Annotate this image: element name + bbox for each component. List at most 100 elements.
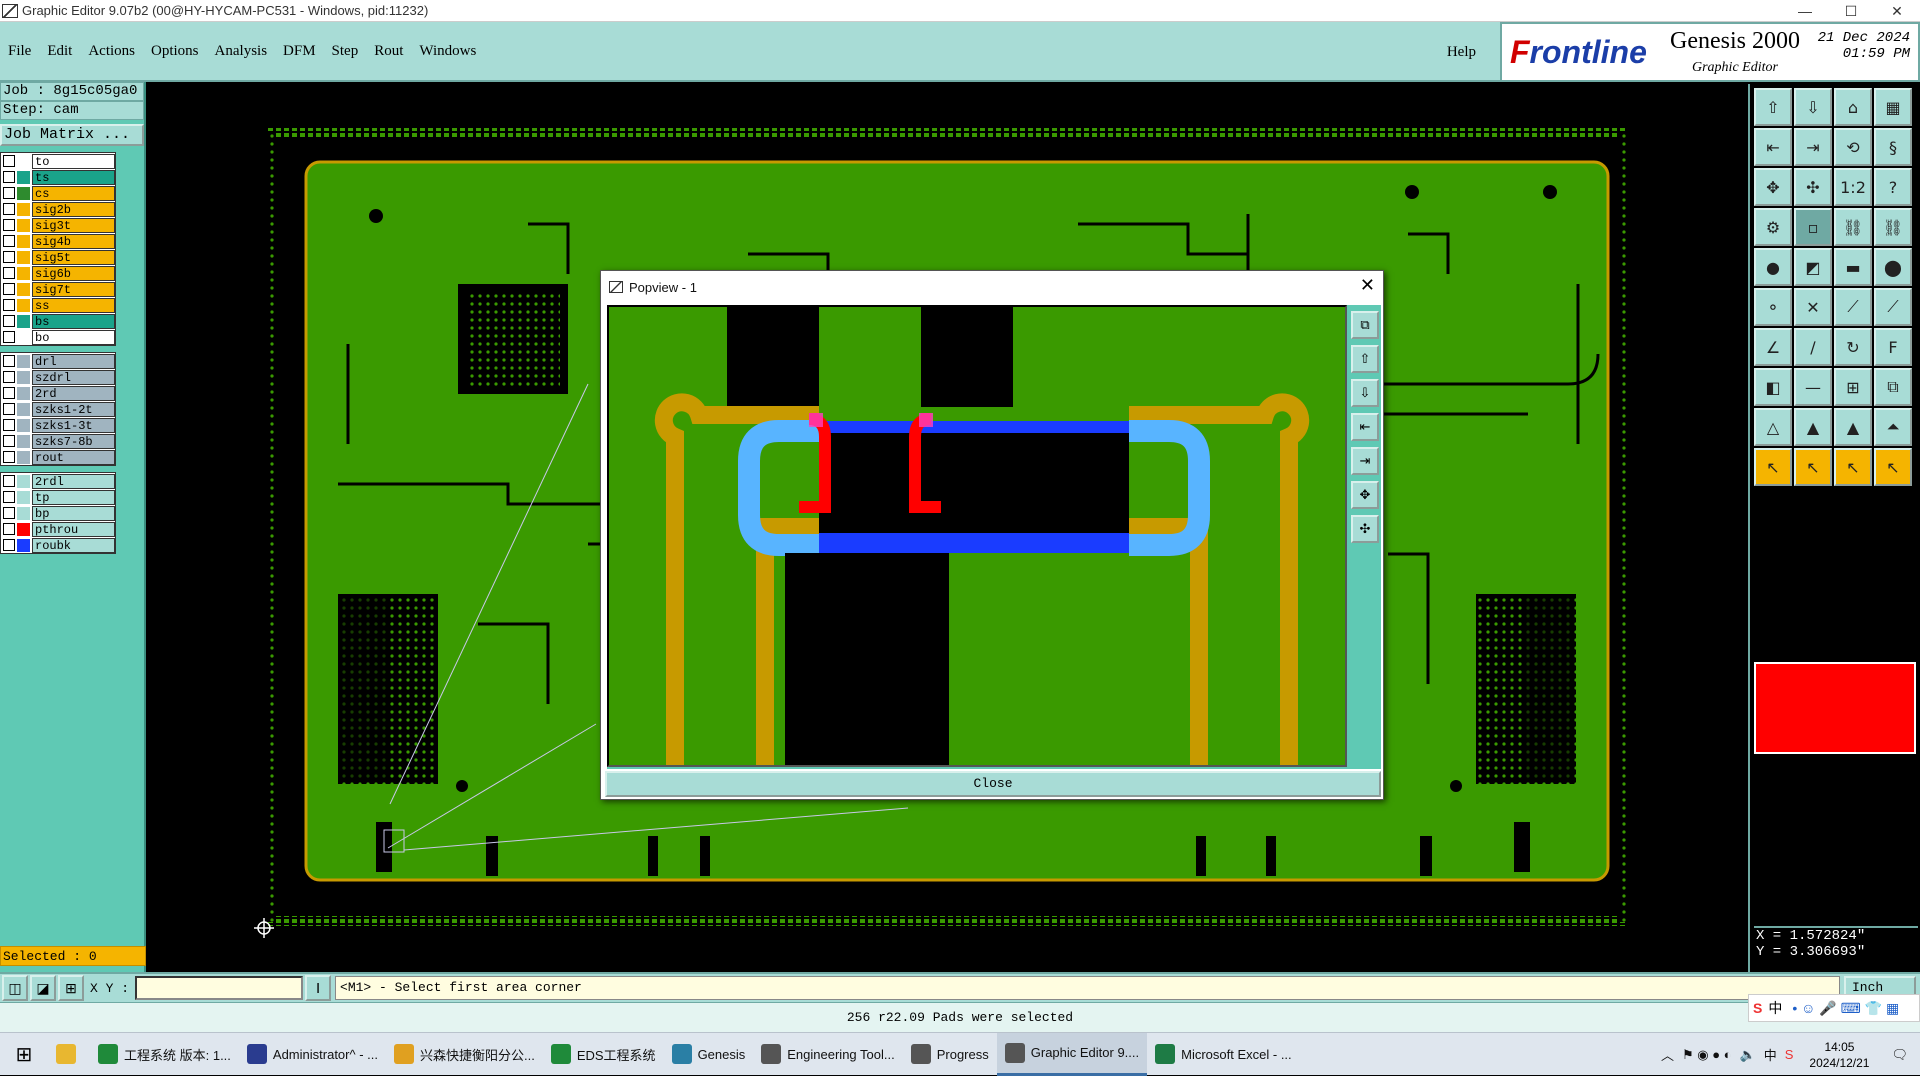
menu-step[interactable]: Step: [332, 43, 359, 60]
taskbar-item[interactable]: Engineering Tool...: [753, 1033, 902, 1076]
layer-row[interactable]: szks7-8b: [1, 433, 115, 449]
layer-checkbox[interactable]: [3, 155, 15, 167]
taskbar-item[interactable]: Microsoft Excel - ...: [1147, 1033, 1300, 1076]
file-explorer-icon[interactable]: [48, 1033, 90, 1076]
layer-name[interactable]: sig5t: [32, 249, 115, 265]
tool-icon[interactable]: ⛓: [1834, 208, 1872, 246]
tool-icon[interactable]: F: [1874, 328, 1912, 366]
tool-icon[interactable]: ▲: [1794, 408, 1832, 446]
tool-icon[interactable]: ✣: [1794, 168, 1832, 206]
layer-checkbox[interactable]: [3, 371, 15, 383]
close-button[interactable]: ✕: [1874, 0, 1920, 22]
popview-zoom-in-icon[interactable]: ⇧: [1351, 345, 1379, 373]
tool-icon[interactable]: ⟲: [1834, 128, 1872, 166]
tool-icon[interactable]: ✕: [1794, 288, 1832, 326]
tool-icon[interactable]: △: [1754, 408, 1792, 446]
ime-toolbar[interactable]: S 中 • ☺ 🎤 ⌨ 👕 ▦: [1748, 994, 1920, 1022]
sogou-icon[interactable]: S: [1785, 1047, 1794, 1062]
layer-row[interactable]: bo: [1, 329, 115, 345]
taskbar-item[interactable]: EDS工程系统: [543, 1033, 664, 1076]
layer-row[interactable]: szdrl: [1, 369, 115, 385]
menu-windows[interactable]: Windows: [419, 43, 476, 60]
layer-checkbox[interactable]: [3, 315, 15, 327]
xy-input[interactable]: [135, 976, 304, 1000]
tool-icon[interactable]: ∕: [1794, 328, 1832, 366]
layer-row[interactable]: bs: [1, 313, 115, 329]
taskbar-item[interactable]: Progress: [903, 1033, 997, 1076]
layer-checkbox[interactable]: [3, 539, 15, 551]
layer-checkbox[interactable]: [3, 387, 15, 399]
tool-icon[interactable]: ✥: [1754, 168, 1792, 206]
tray-app-icons[interactable]: ⚑ ◉ ● ◐: [1682, 1047, 1732, 1063]
layer-name[interactable]: 2rdl: [32, 473, 115, 489]
taskbar-item[interactable]: Administrator^ - ...: [239, 1033, 386, 1076]
layer-checkbox[interactable]: [3, 491, 15, 503]
layer-checkbox[interactable]: [3, 299, 15, 311]
tool-icon[interactable]: ⇤: [1754, 128, 1792, 166]
layer-name[interactable]: rout: [32, 449, 115, 465]
tool-icon[interactable]: ⇩: [1794, 88, 1832, 126]
tool-icon[interactable]: ⬤: [1874, 248, 1912, 286]
grid-icon[interactable]: ⊞: [58, 975, 84, 1001]
layer-checkbox[interactable]: [3, 403, 15, 415]
popview-pan-right-icon[interactable]: ⇥: [1351, 447, 1379, 475]
windows-start-icon[interactable]: ⊞: [0, 1033, 48, 1076]
tool-icon[interactable]: ▲: [1834, 408, 1872, 446]
layer-row[interactable]: 2rd: [1, 385, 115, 401]
popview-close-icon[interactable]: ✕: [1360, 275, 1375, 296]
tool-icon[interactable]: ⟋: [1834, 288, 1872, 326]
layer-row[interactable]: 2rdl: [1, 473, 115, 489]
input-lang[interactable]: 中: [1764, 1045, 1777, 1064]
menu-rout[interactable]: Rout: [374, 43, 403, 60]
layer-row[interactable]: drl: [1, 353, 115, 369]
tool-icon[interactable]: —: [1794, 368, 1832, 406]
tool-icon[interactable]: ▬: [1834, 248, 1872, 286]
menu-edit[interactable]: Edit: [47, 43, 72, 60]
layer-row[interactable]: ss: [1, 297, 115, 313]
layer-name[interactable]: sig4b: [32, 233, 115, 249]
layer-name[interactable]: bo: [32, 329, 115, 345]
menu-file[interactable]: File: [8, 43, 31, 60]
layer-checkbox[interactable]: [3, 219, 15, 231]
pointer-tool-icon[interactable]: ↖: [1794, 448, 1832, 486]
snap-icon[interactable]: ◫: [2, 975, 28, 1001]
layer-row[interactable]: sig4b: [1, 233, 115, 249]
taskbar-item[interactable]: 工程系统 版本: 1...: [90, 1033, 239, 1076]
tool-icon[interactable]: ⟋: [1874, 288, 1912, 326]
menu-analysis[interactable]: Analysis: [215, 43, 268, 60]
tool-icon[interactable]: ◧: [1754, 368, 1792, 406]
layer-row[interactable]: to: [1, 153, 115, 169]
layer-checkbox[interactable]: [3, 283, 15, 295]
layer-checkbox[interactable]: [3, 331, 15, 343]
layer-name[interactable]: to: [32, 153, 115, 169]
layer-checkbox[interactable]: [3, 187, 15, 199]
menu-help[interactable]: Help: [1447, 44, 1476, 61]
layer-name[interactable]: roubk: [32, 537, 115, 553]
tool-icon[interactable]: ▦: [1874, 88, 1912, 126]
layer-checkbox[interactable]: [3, 235, 15, 247]
layer-row[interactable]: sig6b: [1, 265, 115, 281]
system-clock[interactable]: 14:05 2024/12/21: [1809, 1039, 1869, 1071]
layer-row[interactable]: pthrou: [1, 521, 115, 537]
layer-checkbox[interactable]: [3, 267, 15, 279]
tool-icon[interactable]: ⇥: [1794, 128, 1832, 166]
layer-name[interactable]: szdrl: [32, 369, 115, 385]
tool-icon[interactable]: ⛓: [1874, 208, 1912, 246]
menu-options[interactable]: Options: [151, 43, 199, 60]
layer-name[interactable]: szks7-8b: [32, 433, 115, 449]
minimize-button[interactable]: —: [1782, 0, 1828, 22]
tool-icon[interactable]: §: [1874, 128, 1912, 166]
layer-checkbox[interactable]: [3, 171, 15, 183]
tray-chevron-icon[interactable]: ︿: [1661, 1045, 1674, 1064]
taskbar-item[interactable]: Genesis: [664, 1033, 754, 1076]
tool-icon[interactable]: ▫: [1794, 208, 1832, 246]
popview-center-icon[interactable]: ✣: [1351, 515, 1379, 543]
pointer-tool-icon[interactable]: ↖: [1754, 448, 1792, 486]
tool-icon[interactable]: ∠: [1754, 328, 1792, 366]
layer-row[interactable]: roubk: [1, 537, 115, 553]
tool-icon[interactable]: ⏶: [1874, 408, 1912, 446]
layer-name[interactable]: sig7t: [32, 281, 115, 297]
tool-icon[interactable]: ◩: [1794, 248, 1832, 286]
measure-icon[interactable]: ◪: [30, 975, 56, 1001]
tool-icon[interactable]: ⧉: [1874, 368, 1912, 406]
